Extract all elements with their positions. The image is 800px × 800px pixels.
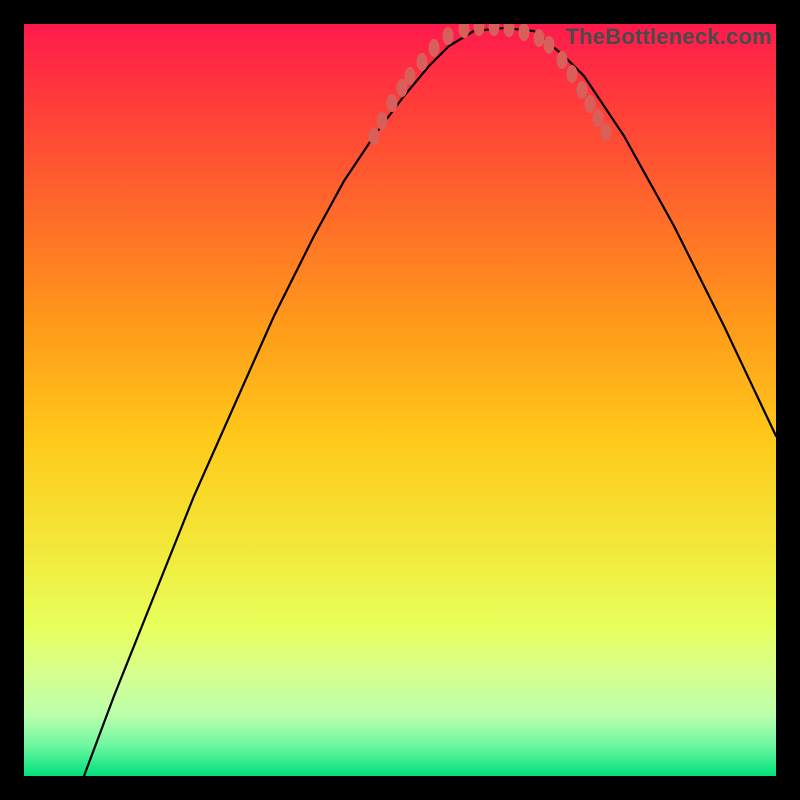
curve-marker bbox=[504, 24, 515, 37]
curve-marker bbox=[377, 112, 388, 130]
bottleneck-chart bbox=[24, 24, 776, 776]
curve-marker bbox=[417, 53, 428, 71]
curve-marker bbox=[429, 39, 440, 57]
bottleneck-curve-line bbox=[84, 28, 776, 776]
curve-marker bbox=[567, 65, 578, 83]
curve-marker bbox=[544, 36, 555, 54]
curve-marker bbox=[601, 123, 612, 141]
curve-marker bbox=[519, 24, 530, 41]
curve-marker bbox=[585, 95, 596, 113]
curve-marker bbox=[387, 94, 398, 112]
curve-marker bbox=[405, 67, 416, 85]
curve-marker bbox=[534, 29, 545, 47]
curve-marker bbox=[474, 24, 485, 36]
curve-marker bbox=[489, 24, 500, 36]
curve-marker bbox=[443, 27, 454, 45]
curve-markers bbox=[369, 24, 612, 145]
curve-marker bbox=[369, 127, 380, 145]
chart-frame: TheBottleneck.com bbox=[24, 24, 776, 776]
curve-marker bbox=[577, 81, 588, 99]
curve-marker bbox=[593, 109, 604, 127]
curve-marker bbox=[557, 51, 568, 69]
